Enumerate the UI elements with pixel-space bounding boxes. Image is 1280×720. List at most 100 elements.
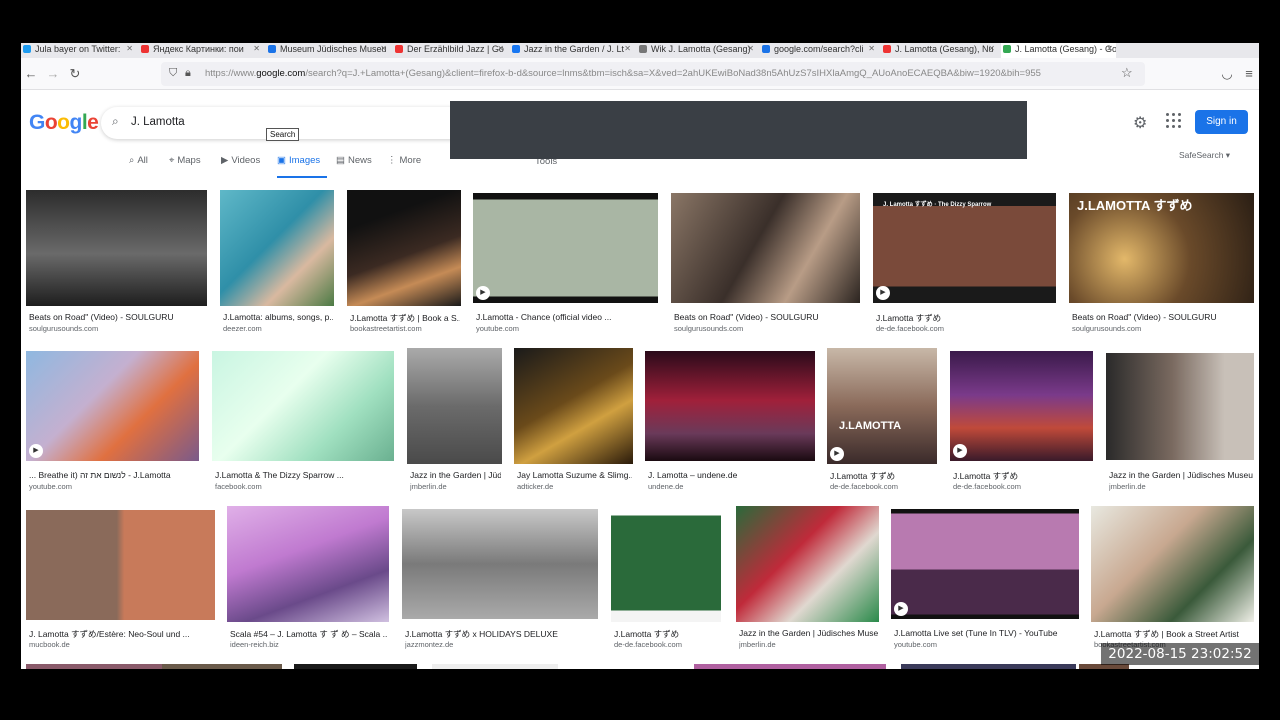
result-title[interactable]: Beats on Road" (Video) - SOULGURU — [1072, 312, 1253, 322]
result-title[interactable]: Scala #54 – J. Lamotta す ず め – Scala ... — [230, 628, 388, 640]
result-thumbnail[interactable]: ▶ — [891, 509, 1079, 619]
result-thumbnail[interactable] — [671, 193, 860, 303]
result-thumbnail[interactable] — [26, 190, 207, 306]
close-tab-icon[interactable]: ✕ — [988, 43, 995, 55]
result-title[interactable]: Jazz in the Garden | Jüdisches Museu... — [1109, 470, 1253, 480]
partial-thumbnail[interactable] — [432, 664, 558, 669]
lock-icon[interactable]: 🔒︎ — [185, 67, 191, 80]
result-title[interactable]: Jazz in the Garden | Jüd... — [410, 470, 501, 480]
result-thumbnail[interactable] — [736, 506, 879, 622]
forward-icon[interactable]: → — [45, 66, 61, 82]
result-thumbnail[interactable]: ▶ — [473, 193, 658, 303]
image-result[interactable]: J.LAMOTTA ▶ J.Lamotta すずめ de-de.facebook.co… — [827, 348, 937, 508]
pocket-icon[interactable]: ◡ — [1219, 66, 1235, 82]
result-thumbnail[interactable] — [402, 509, 598, 619]
result-title[interactable]: J. Lamotta – undene.de — [648, 470, 814, 480]
result-title[interactable]: J.Lamotta Live set (Tune In TLV) - YouTu… — [894, 628, 1078, 638]
image-result[interactable]: ▶ J.Lamotta - Chance (official video ... y… — [473, 190, 658, 350]
result-thumbnail[interactable] — [347, 190, 461, 306]
result-title[interactable]: Jazz in the Garden | Jüdisches Muse... — [739, 628, 878, 638]
image-result[interactable]: Scala #54 – J. Lamotta す ず め – Scala ...… — [227, 506, 389, 666]
result-thumbnail[interactable] — [407, 348, 502, 464]
result-thumbnail[interactable] — [220, 190, 334, 306]
image-result[interactable]: ▶ J.Lamotta Live set (Tune In TLV) - YouT… — [891, 506, 1079, 666]
close-tab-icon[interactable]: ✕ — [1106, 43, 1113, 55]
result-title[interactable]: ... Breathe it) לנשום את זה - J.Lamotta — [29, 470, 198, 480]
image-result[interactable]: J.Lamotta: albums, songs, p... deezer.com — [220, 190, 334, 350]
close-tab-icon[interactable]: ✕ — [380, 43, 387, 55]
browser-tab[interactable]: google.com/search?cli ✕ — [760, 43, 878, 58]
image-result[interactable]: J. Lamotta すずめ/Estère: Neo-Soul und ... m… — [26, 506, 215, 666]
browser-tab[interactable]: Museum Jüdisches Museu ✕ — [266, 43, 390, 58]
close-tab-icon[interactable]: ✕ — [624, 43, 631, 55]
google-logo[interactable]: Google — [29, 111, 99, 135]
result-thumbnail[interactable] — [212, 351, 394, 461]
result-title[interactable]: Jay Lamotta Suzume & Slimg... — [517, 470, 632, 480]
image-result[interactable]: ▶ ... Breathe it) לנשום את זה - J.Lamotta… — [26, 348, 199, 508]
browser-tab[interactable]: Яндекс Картинки: пои ✕ — [139, 43, 263, 58]
result-title[interactable]: J.Lamotta すずめ — [614, 628, 720, 640]
result-title[interactable]: J.Lamotta すずめ | Book a S... — [350, 312, 460, 324]
image-result[interactable]: J.Lamotta すずめ | Book a Street Artistbook… — [1091, 506, 1254, 666]
image-result[interactable]: J. Lamotta – undene.de undene.de — [645, 348, 815, 508]
image-result[interactable]: Beats on Road" (Video) - SOULGURU soulgur… — [26, 190, 207, 350]
tab-maps[interactable]: ⌖ Maps — [169, 154, 211, 178]
tab-more[interactable]: ⋮ More — [387, 154, 427, 178]
result-thumbnail[interactable]: J.LAMOTTA ▶ — [827, 348, 937, 464]
image-result[interactable]: Jazz in the Garden | Jüdisches Museu... j… — [1106, 348, 1254, 508]
image-result[interactable]: J.Lamotta すずめ | Book a S... bookastreetar… — [347, 190, 461, 350]
result-thumbnail[interactable] — [26, 510, 215, 620]
image-result[interactable]: J.Lamotta すずめ x HOLIDAYS DELUXE jazzmonte… — [402, 506, 598, 666]
result-thumbnail[interactable]: ▶ — [26, 351, 199, 461]
result-title[interactable]: J.Lamotta すずめ x HOLIDAYS DELUXE — [405, 628, 597, 640]
gear-icon[interactable]: ⚙ — [1133, 113, 1147, 133]
result-thumbnail[interactable]: J.Lamotta — [611, 506, 721, 622]
back-icon[interactable]: ← — [23, 66, 39, 82]
bookmark-star-icon[interactable]: ☆ — [1121, 65, 1133, 81]
image-result[interactable]: Jay Lamotta Suzume & Slimg... adticker.de — [514, 348, 633, 508]
result-thumbnail[interactable] — [514, 348, 633, 464]
result-title[interactable]: J.Lamotta すずめ | Book a Street Artist — [1094, 628, 1253, 640]
result-title[interactable]: J.Lamotta & The Dizzy Sparrow ... — [215, 470, 393, 480]
browser-tab[interactable]: Wik J. Lamotta (Gesang) ✕ — [637, 43, 757, 58]
result-title[interactable]: J.Lamotta: albums, songs, p... — [223, 312, 333, 322]
image-result[interactable]: Beats on Road" (Video) - SOULGURU soulgur… — [671, 190, 860, 350]
result-thumbnail[interactable]: J. Lamotta すずめ · The Dizzy Sparrow ▶ — [873, 193, 1056, 303]
result-title[interactable]: J.Lamotta すずめ — [953, 470, 1092, 482]
partial-thumbnail[interactable] — [694, 664, 886, 669]
address-bar[interactable]: ⛉ 🔒︎ https://www.google.com/search?q=J.+… — [161, 62, 1145, 86]
partial-thumbnail[interactable] — [294, 664, 417, 669]
result-thumbnail[interactable] — [645, 351, 815, 461]
browser-tab[interactable]: J. Lamotta (Gesang), Nu ✕ — [881, 43, 998, 58]
result-thumbnail[interactable]: ▶ — [950, 351, 1093, 461]
safesearch-toggle[interactable]: SafeSearch ▾ — [1179, 150, 1230, 161]
result-thumbnail[interactable] — [227, 506, 389, 622]
result-title[interactable]: J.Lamotta - Chance (official video ... — [476, 312, 657, 322]
close-tab-icon[interactable]: ✕ — [253, 43, 260, 55]
result-title[interactable]: Beats on Road" (Video) - SOULGURU — [29, 312, 206, 322]
menu-icon[interactable]: ≡ — [1241, 66, 1257, 82]
image-result[interactable]: J.Lamotta J.Lamotta すずめ de-de.facebook.com — [611, 506, 721, 666]
search-icon[interactable]: ⌕ — [112, 114, 119, 129]
partial-thumbnail[interactable] — [901, 664, 1076, 669]
browser-tab[interactable]: J. Lamotta (Gesang) - Go ✕ — [1001, 43, 1116, 58]
search-query[interactable]: J. Lamotta — [131, 116, 185, 128]
shield-icon[interactable]: ⛉ — [169, 67, 177, 80]
result-thumbnail[interactable] — [1091, 506, 1254, 622]
image-result[interactable]: ▶ J.Lamotta すずめ de-de.facebook.com — [950, 348, 1093, 508]
close-tab-icon[interactable]: ✕ — [868, 43, 875, 55]
image-result[interactable]: J.LAMOTTA すずめ Beats on Road" (Video) - SO… — [1069, 190, 1254, 350]
result-thumbnail[interactable] — [1106, 353, 1254, 460]
result-title[interactable]: Beats on Road" (Video) - SOULGURU — [674, 312, 859, 322]
result-thumbnail[interactable]: J.LAMOTTA すずめ — [1069, 193, 1254, 303]
result-title[interactable]: J.Lamotta すずめ — [876, 312, 1055, 324]
image-result[interactable]: Jazz in the Garden | Jüdisches Muse... jm… — [736, 506, 879, 666]
close-tab-icon[interactable]: ✕ — [497, 43, 504, 55]
close-tab-icon[interactable]: ✕ — [747, 43, 754, 55]
browser-tab[interactable]: Jula bayer on Twitter: ✕ — [21, 43, 136, 58]
reload-icon[interactable]: ↻ — [67, 66, 83, 82]
browser-tab[interactable]: Jazz in the Garden / J. Lt ✕ — [510, 43, 634, 58]
apps-grid-icon[interactable] — [1166, 113, 1182, 129]
result-title[interactable]: J.Lamotta すずめ — [830, 470, 936, 482]
tab-images[interactable]: ▣ Images — [277, 154, 327, 178]
